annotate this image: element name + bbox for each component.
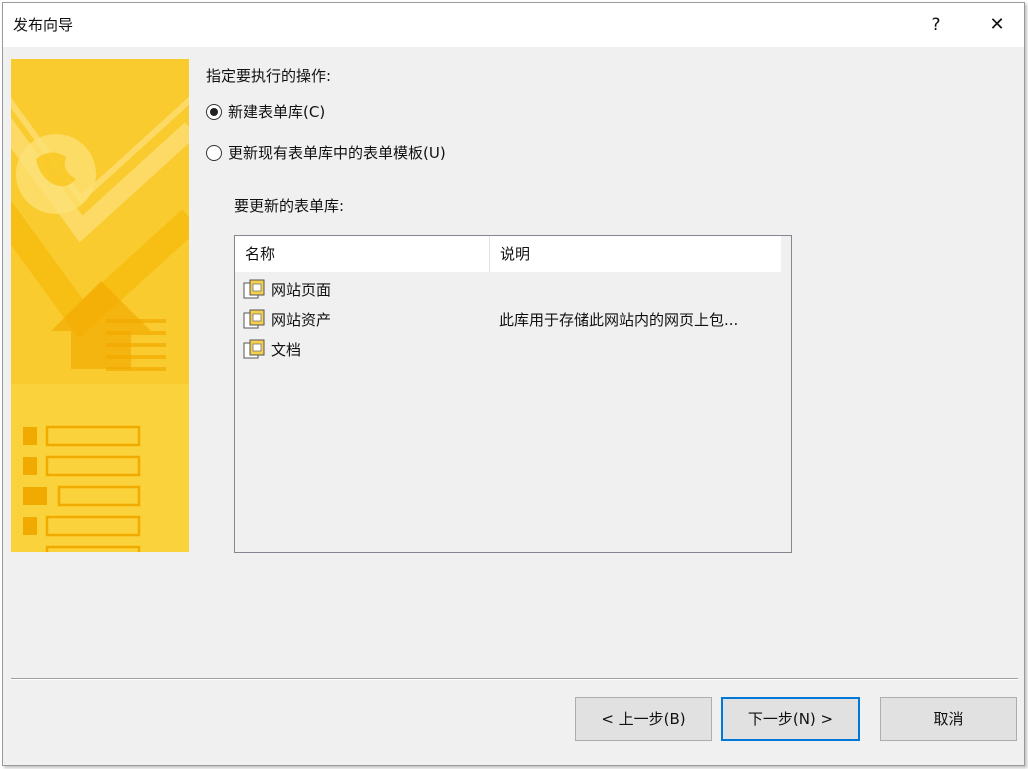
library-description: 此库用于存储此网站内的网页上包... (499, 311, 739, 329)
document-library-icon (243, 279, 265, 299)
new-library-option[interactable]: 新建表单库(C) (206, 101, 325, 122)
publishing-wizard-dialog: 发布向导 ? ✕ 指定要执行的操作: 新建表单库(C) 更新现有表单库中的表单模… (2, 2, 1025, 766)
title-bar: 发布向导 ? ✕ (3, 3, 1024, 47)
new-library-label: 新建表单库(C) (228, 103, 326, 121)
update-template-label: 更新现有表单库中的表单模板(U) (228, 144, 446, 162)
window-title: 发布向导 (13, 16, 74, 34)
library-listview[interactable]: 名称 说明 网站页面 网站资产 此库用于存储此网站内的网页上包... 文档 (234, 235, 792, 553)
listview-header: 名称 说明 (235, 236, 781, 272)
library-name: 文档 (271, 341, 302, 359)
list-item[interactable]: 网站页面 (235, 276, 791, 302)
list-item[interactable]: 网站资产 此库用于存储此网站内的网页上包... (235, 306, 791, 332)
wizard-banner-image (11, 59, 189, 552)
column-header-name[interactable]: 名称 (235, 236, 490, 272)
document-library-icon (243, 309, 265, 329)
close-button[interactable]: ✕ (979, 9, 1015, 41)
radio-update-template[interactable] (206, 144, 222, 161)
library-name: 网站页面 (271, 281, 332, 299)
library-list-caption: 要更新的表单库: (234, 197, 345, 215)
cancel-button[interactable]: 取消 (880, 697, 1017, 741)
column-header-description[interactable]: 说明 (490, 236, 781, 272)
list-item[interactable]: 文档 (235, 336, 791, 362)
next-button[interactable]: 下一步(N) > (721, 697, 860, 741)
help-button[interactable]: ? (918, 9, 954, 41)
back-button[interactable]: < 上一步(B) (575, 697, 712, 741)
update-template-option[interactable]: 更新现有表单库中的表单模板(U) (206, 142, 446, 163)
radio-new-library[interactable] (206, 103, 222, 120)
document-library-icon (243, 339, 265, 359)
library-name: 网站资产 (271, 311, 332, 329)
action-prompt: 指定要执行的操作: (206, 67, 332, 85)
footer-separator (11, 678, 1018, 680)
